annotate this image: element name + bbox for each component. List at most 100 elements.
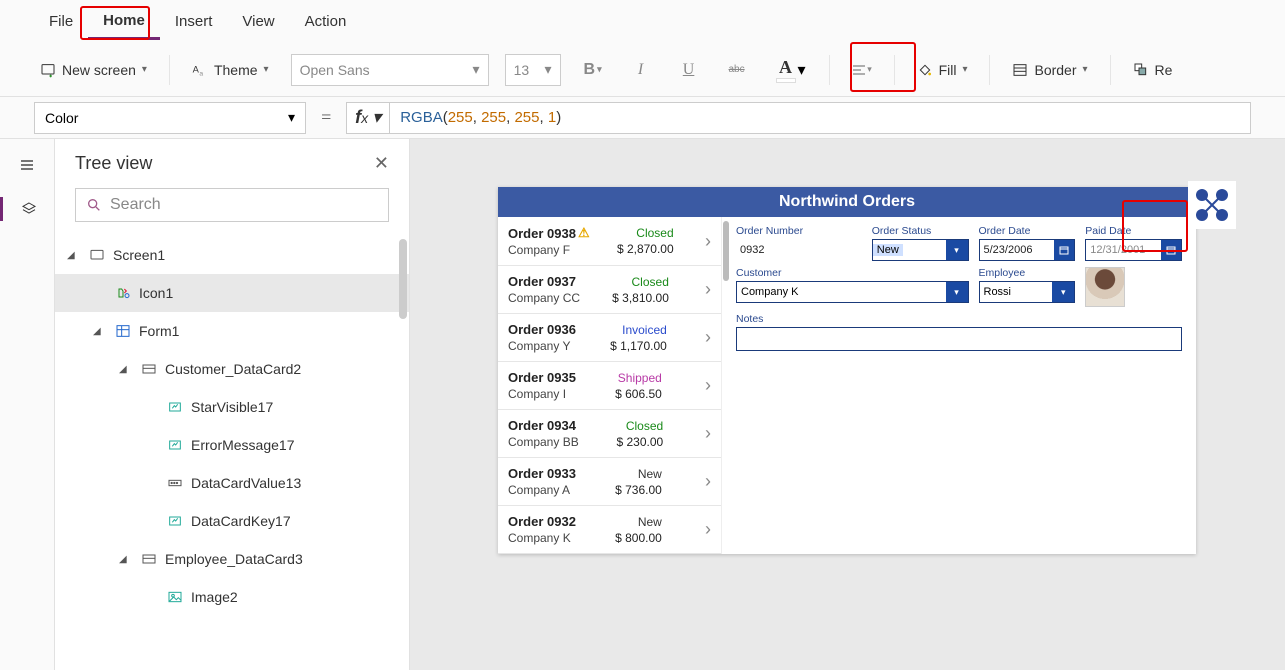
align-button[interactable]: ▾	[846, 54, 878, 86]
notes-input[interactable]	[736, 327, 1182, 351]
formula-bar: Color ▾ = fx ▾ RGBA(255, 255, 255, 1)	[0, 97, 1285, 139]
tree-item-image2[interactable]: Image2	[55, 578, 409, 616]
ctrl-icon	[165, 512, 185, 530]
new-screen-label: New screen	[62, 62, 136, 78]
tree-item-employee_datacard3[interactable]: ◢ Employee_DataCard3	[55, 540, 409, 578]
menu-file[interactable]: File	[34, 5, 88, 38]
tree-item-errormessage17[interactable]: ErrorMessage17	[55, 426, 409, 464]
property-select[interactable]: Color ▾	[34, 102, 306, 134]
tree-view-rail-button[interactable]	[0, 197, 54, 221]
font-name-select[interactable]: Open Sans ▾	[291, 54, 489, 86]
ctrl-icon	[165, 398, 185, 416]
reorder-button[interactable]: Re	[1127, 58, 1179, 82]
order-company: Company CC	[508, 291, 580, 305]
order-amount: $ 3,810.00	[612, 291, 669, 305]
order-number: Order 0933	[508, 466, 576, 481]
chevron-right-icon: ›	[701, 231, 711, 252]
chevron-down-icon: ▾	[1052, 282, 1074, 302]
nodes-icon	[1192, 185, 1232, 225]
scrollbar[interactable]	[399, 239, 407, 319]
chevron-right-icon: ›	[701, 279, 711, 300]
tree-item-label: Customer_DataCard2	[165, 361, 301, 377]
order-row[interactable]: Order 0933Company ANew$ 736.00›	[498, 458, 721, 506]
main-area: Tree view ✕ Search ◢Screen1Icon1◢Form1◢C…	[0, 139, 1285, 670]
chevron-down-icon: ▾	[798, 60, 806, 80]
formula-fn: RGBA	[400, 109, 443, 126]
customer-value: Company K	[737, 286, 802, 298]
underline-button[interactable]: U	[673, 54, 705, 86]
order-status-select[interactable]: New ▾	[872, 239, 969, 261]
hamburger-icon[interactable]	[15, 153, 39, 177]
input-icon	[165, 474, 185, 492]
chevron-down-icon: ▾	[142, 64, 147, 75]
strikethrough-button[interactable]: abc	[721, 54, 753, 86]
collapser-icon[interactable]: ◢	[93, 326, 107, 337]
form-icon	[113, 322, 133, 340]
field-employee: Employee Rossi ▾	[979, 267, 1076, 307]
paid-date-input[interactable]: 12/31/2001	[1085, 239, 1182, 261]
align-icon	[851, 62, 867, 78]
employee-select[interactable]: Rossi ▾	[979, 281, 1076, 303]
fill-button[interactable]: Fill ▾	[911, 58, 974, 82]
tree-item-datacardvalue13[interactable]: DataCardValue13	[55, 464, 409, 502]
border-button[interactable]: Border ▾	[1006, 58, 1093, 82]
theme-button[interactable]: Aa Theme ▾	[186, 58, 275, 82]
tree-item-icon1[interactable]: Icon1	[55, 274, 409, 312]
menu-insert[interactable]: Insert	[160, 5, 228, 38]
tree-item-label: StarVisible17	[191, 399, 273, 415]
tree-item-label: Employee_DataCard3	[165, 551, 303, 567]
chevron-down-icon: ▾	[597, 64, 602, 75]
tree-item-customer_datacard2[interactable]: ◢ Customer_DataCard2	[55, 350, 409, 388]
ctrl-icon	[165, 436, 185, 454]
font-size-select[interactable]: 13 ▾	[505, 54, 561, 86]
order-number: Order 0935	[508, 370, 576, 385]
order-row[interactable]: Order 0936Company YInvoiced$ 1,170.00›	[498, 314, 721, 362]
italic-button[interactable]: I	[625, 54, 657, 86]
image-icon	[165, 588, 185, 606]
employee-value: Rossi	[980, 286, 1016, 298]
font-color-button[interactable]: A ▾	[769, 52, 813, 88]
canvas[interactable]: Northwind Orders Order 0938⚠Company FClo…	[410, 139, 1285, 670]
tree-item-screen1[interactable]: ◢Screen1	[55, 236, 409, 274]
order-row[interactable]: Order 0938⚠Company FClosed$ 2,870.00›	[498, 217, 721, 266]
close-icon[interactable]: ✕	[374, 153, 389, 174]
tree-item-label: Image2	[191, 589, 238, 605]
bold-button[interactable]: B▾	[577, 54, 609, 86]
order-list[interactable]: Order 0938⚠Company FClosed$ 2,870.00› Ord…	[498, 217, 722, 554]
card-icon	[139, 550, 159, 568]
order-date-input[interactable]: 5/23/2006	[979, 239, 1076, 261]
customer-select[interactable]: Company K ▾	[736, 281, 969, 303]
order-row[interactable]: Order 0935Company IShipped$ 606.50›	[498, 362, 721, 410]
formula-input[interactable]: RGBA(255, 255, 255, 1)	[389, 102, 1251, 134]
tree-item-label: DataCardValue13	[191, 475, 301, 491]
field-order-number: Order Number 0932	[736, 225, 862, 261]
font-size-value: 13	[514, 62, 530, 78]
tree-item-form1[interactable]: ◢Form1	[55, 312, 409, 350]
order-row[interactable]: Order 0932Company KNew$ 800.00›	[498, 506, 721, 554]
order-status: Invoiced	[622, 323, 667, 337]
collapser-icon[interactable]: ◢	[67, 250, 81, 261]
chevron-down-icon: ▾	[372, 107, 381, 128]
order-detail-form: Order Number 0932 Order Status New ▾ Ord…	[722, 217, 1196, 554]
search-placeholder: Search	[110, 196, 161, 214]
chevron-down-icon: ▾	[1083, 64, 1088, 75]
fx-button[interactable]: fx ▾	[346, 102, 389, 134]
calendar-icon	[1161, 240, 1181, 260]
equals-label: =	[316, 107, 336, 128]
tree-item-datacardkey17[interactable]: DataCardKey17	[55, 502, 409, 540]
field-paid-date: Paid Date 12/31/2001	[1085, 225, 1182, 261]
order-row[interactable]: Order 0934Company BBClosed$ 230.00›	[498, 410, 721, 458]
order-row[interactable]: Order 0937Company CCClosed$ 3,810.00›	[498, 266, 721, 314]
tree-search-input[interactable]: Search	[75, 188, 389, 222]
menu-action[interactable]: Action	[290, 5, 362, 38]
menu-view[interactable]: View	[227, 5, 289, 38]
collapser-icon[interactable]: ◢	[119, 554, 133, 565]
menu-home[interactable]: Home	[88, 4, 160, 40]
employee-label: Employee	[979, 267, 1076, 279]
collapser-icon[interactable]: ◢	[119, 364, 133, 375]
tree-item-starvisible17[interactable]: StarVisible17	[55, 388, 409, 426]
chevron-down-icon: ▾	[545, 61, 552, 78]
card-icon	[139, 360, 159, 378]
new-screen-button[interactable]: New screen ▾	[34, 58, 153, 82]
field-avatar	[1085, 267, 1182, 307]
